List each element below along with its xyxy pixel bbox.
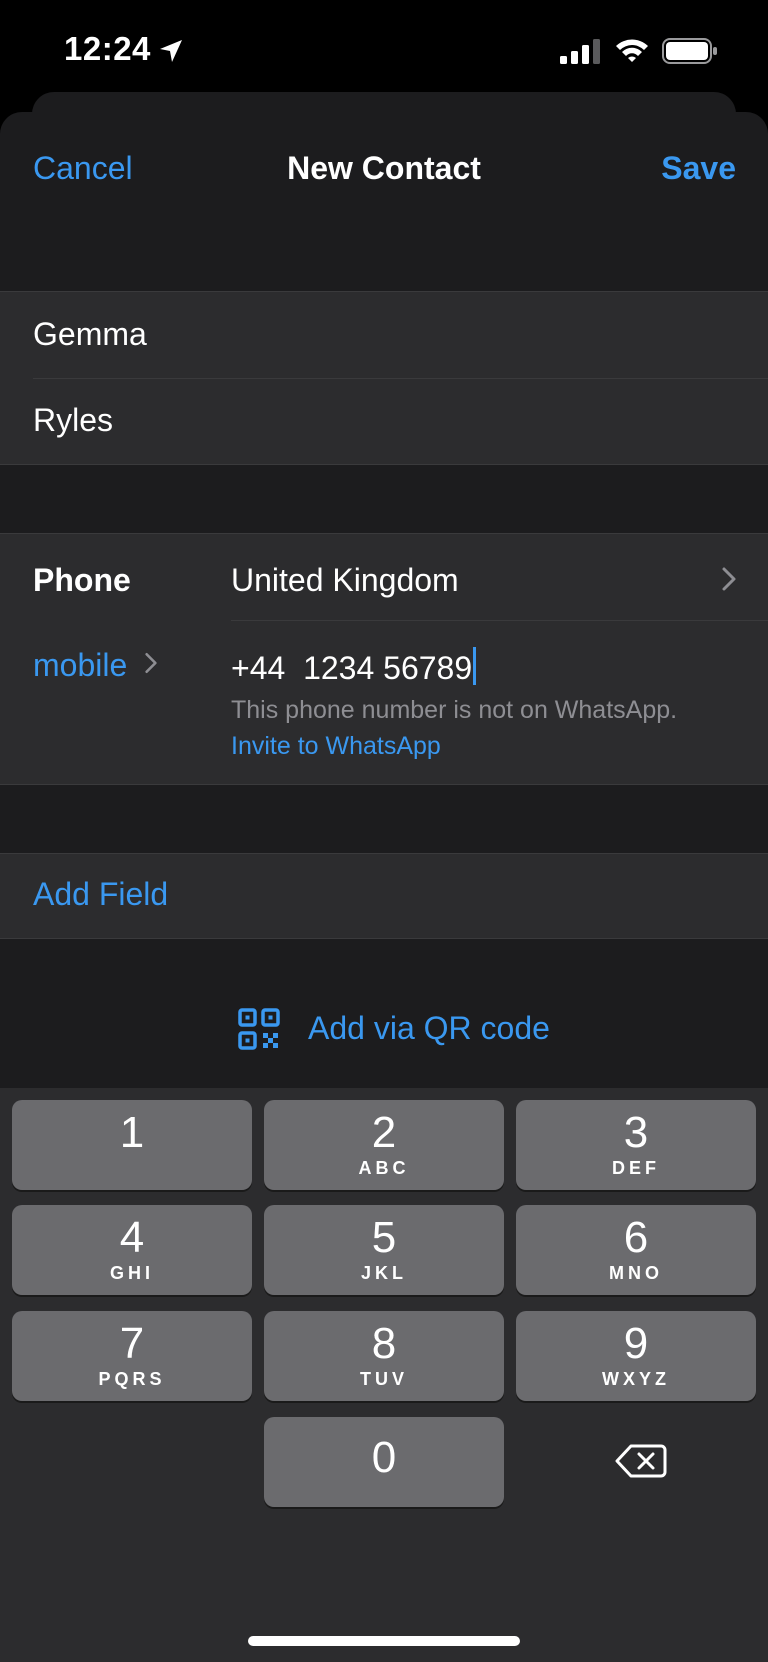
chevron-right-icon[interactable] [144, 651, 158, 675]
invite-to-whatsapp-link[interactable]: Invite to WhatsApp [231, 732, 441, 761]
first-name-value: Gemma [33, 316, 147, 352]
add-field-button[interactable]: Add Field [33, 876, 168, 913]
home-indicator [248, 1636, 520, 1646]
key-letters: TUV [360, 1369, 408, 1389]
key-digit: 4 [119, 1213, 145, 1262]
text-caret [473, 647, 477, 685]
nav-bar: Cancel New Contact Save [0, 112, 768, 222]
key-digit: 8 [371, 1319, 397, 1368]
last-name-field[interactable]: Ryles [0, 378, 768, 464]
first-name-field[interactable]: Gemma [0, 292, 768, 378]
key-letters: ABC [358, 1158, 410, 1178]
phone-type-label[interactable]: mobile [33, 647, 127, 684]
whatsapp-status-note: This phone number is not on WhatsApp. [231, 696, 678, 724]
new-contact-sheet: Cancel New Contact Save Gemma Ryles Phon… [0, 112, 768, 1112]
phone-section-label: Phone [33, 562, 131, 598]
key-digit: 6 [623, 1213, 649, 1262]
save-button[interactable]: Save [661, 150, 736, 187]
name-group: Gemma Ryles [0, 291, 768, 465]
cellular-signal-icon [560, 39, 600, 64]
key-digit: 3 [623, 1108, 649, 1157]
key-9[interactable]: 9 WXYZ [516, 1311, 756, 1401]
add-via-qr-label: Add via QR code [308, 1010, 550, 1046]
key-letters: PQRS [98, 1369, 166, 1389]
add-field-group: Add Field [0, 853, 768, 939]
key-digit: 9 [623, 1319, 649, 1368]
page-title: New Contact [287, 150, 481, 186]
key-3[interactable]: 3 DEF [516, 1100, 756, 1190]
screen: 12:24 Cancel New Contact Save Gemma Ryle… [0, 0, 768, 1662]
key-digit: 5 [371, 1213, 397, 1262]
status-time: 12:24 [64, 30, 151, 67]
add-via-qr-button[interactable]: Add via QR code [0, 1000, 768, 1060]
key-6[interactable]: 6 MNO [516, 1205, 756, 1295]
wifi-icon [616, 39, 648, 62]
qr-code-icon [238, 1008, 280, 1050]
key-0[interactable]: 0 [264, 1417, 504, 1507]
key-digit: 1 [119, 1108, 145, 1157]
key-1[interactable]: 1 [12, 1100, 252, 1190]
key-letters: DEF [612, 1158, 660, 1178]
key-digit: 7 [119, 1319, 145, 1368]
numeric-keypad: 1 2 ABC 3 DEF 4 GHI 5 JKL 6 MNO 7 PQRS 8… [0, 1088, 768, 1662]
key-7[interactable]: 7 PQRS [12, 1311, 252, 1401]
key-8[interactable]: 8 TUV [264, 1311, 504, 1401]
key-digit: 2 [371, 1108, 397, 1157]
key-letters: JKL [360, 1263, 407, 1283]
key-letters: MNO [609, 1263, 663, 1283]
country-selector[interactable]: United Kingdom [231, 562, 459, 599]
phone-number-input[interactable]: +44 1234 56789 [231, 647, 477, 687]
key-digit: 0 [371, 1433, 397, 1482]
key-2[interactable]: 2 ABC [264, 1100, 504, 1190]
phone-number-value: +44 1234 56789 [231, 650, 473, 686]
battery-icon [662, 38, 717, 64]
key-4[interactable]: 4 GHI [12, 1205, 252, 1295]
chevron-right-icon[interactable] [721, 566, 737, 592]
status-bar: 12:24 [0, 0, 768, 100]
key-letters: GHI [109, 1263, 154, 1283]
key-5[interactable]: 5 JKL [264, 1205, 504, 1295]
key-letters: WXYZ [602, 1369, 670, 1389]
divider [231, 620, 768, 621]
last-name-value: Ryles [33, 402, 114, 438]
location-arrow-icon [160, 40, 182, 62]
delete-backspace-icon[interactable] [615, 1443, 667, 1479]
